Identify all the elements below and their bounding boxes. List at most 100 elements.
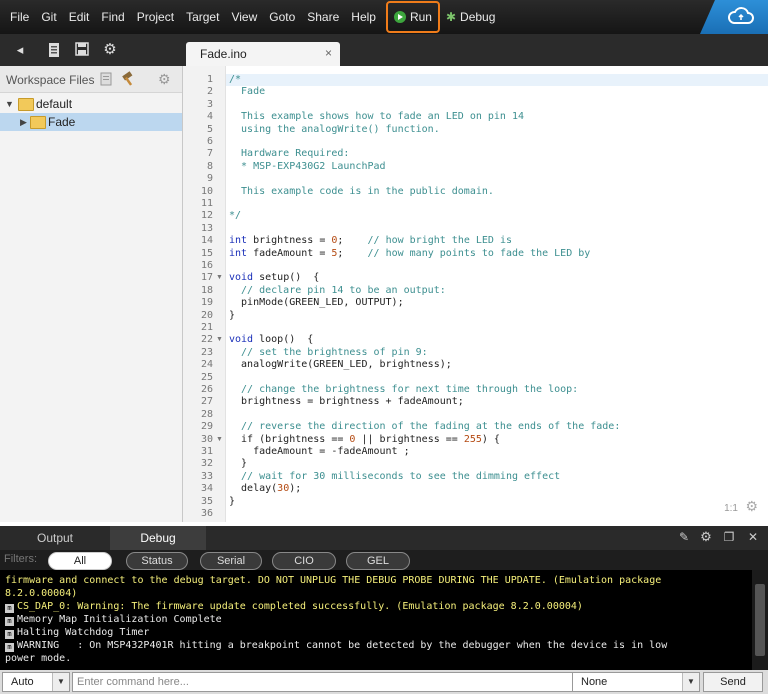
line-number: 3 <box>206 98 213 110</box>
line-number: 2 <box>206 86 213 98</box>
menu-items: File Git Edit Find Project Target View Goto Shar… <box>0 0 768 34</box>
workspace-title: Workspace Files <box>6 73 95 87</box>
code-token: ); <box>289 483 302 495</box>
line-number: 22 <box>200 334 213 346</box>
code-line: // wait for 30 milliseconds to see the d… <box>229 470 561 482</box>
scrollbar-thumb[interactable] <box>755 584 765 656</box>
filter-all[interactable]: All <box>48 552 112 570</box>
editor-settings-gear-icon[interactable]: ⚙ <box>745 498 758 515</box>
tree-item-label: default <box>36 97 73 111</box>
chevron-down-icon[interactable]: ▼ <box>52 673 69 691</box>
code-token: // how many points to fade the LED by <box>367 247 591 259</box>
code-line: analogWrite(GREEN_LED, brightness); <box>229 359 452 371</box>
console-line: m CS_DAP_0: Warning: The firmware update … <box>5 600 583 613</box>
clear-broom-icon[interactable]: ✎ <box>677 530 691 544</box>
line-number: 14 <box>200 235 213 247</box>
chevron-down-icon[interactable]: ▼ <box>682 673 699 691</box>
line-number: 26 <box>200 384 213 395</box>
build-hammer-icon[interactable] <box>120 71 136 87</box>
target-select[interactable]: None ▼ <box>572 672 700 692</box>
settings-gear-icon[interactable]: ⚙ <box>102 42 118 58</box>
save-icon[interactable] <box>74 42 90 58</box>
console-scrollbar[interactable] <box>752 570 768 670</box>
line-gutter: 1 2 3 4 5 6 7 8 9 10 11 12 13 14 15 16 17 ▼ 18 19 20 21 22 ▼ 23 2… <box>183 66 226 522</box>
line-number: 8 <box>206 160 213 172</box>
fold-toggle-icon[interactable]: ▼ <box>216 336 223 343</box>
tab-title: Fade.ino <box>200 47 247 61</box>
console-line: power mode. <box>5 652 71 665</box>
code-token: int <box>229 247 248 259</box>
filter-bar: Filters: All Status Serial CIO GEL <box>0 550 768 570</box>
expand-down-icon[interactable]: ▼ <box>5 95 14 113</box>
menu-view[interactable]: View <box>225 0 263 34</box>
expand-right-icon[interactable]: ▶ <box>20 113 27 131</box>
filter-gel[interactable]: GEL <box>346 552 410 570</box>
code-line: } <box>229 309 236 321</box>
send-button[interactable]: Send <box>703 672 763 692</box>
fold-toggle-icon[interactable]: ▼ <box>216 436 223 443</box>
console-text: Memory Map Initialization Complete <box>17 614 222 625</box>
play-icon <box>393 11 406 23</box>
menu-project[interactable]: Project <box>131 0 180 34</box>
current-line-highlight <box>226 74 768 86</box>
tree-item-label: Fade <box>48 115 76 129</box>
code-token: || brightness == <box>355 433 464 445</box>
console-settings-gear-icon[interactable]: ⚙ <box>699 530 713 544</box>
code-line: */ <box>229 210 242 222</box>
code-line: Hardware Required: <box>229 148 350 160</box>
workspace-settings-gear-icon[interactable]: ⚙ <box>158 71 174 87</box>
cloud-icon[interactable] <box>728 7 754 25</box>
line-number: 35 <box>200 495 213 507</box>
menu-file[interactable]: File <box>4 0 35 34</box>
filter-status[interactable]: Status <box>126 552 188 570</box>
code-line: int brightness = 0; // how bright the LE… <box>229 235 512 247</box>
menu-git[interactable]: Git <box>35 0 62 34</box>
line-number: 24 <box>200 359 213 371</box>
code-token: ) { <box>481 433 500 445</box>
filter-serial[interactable]: Serial <box>200 552 262 570</box>
close-icon[interactable]: × <box>325 46 332 60</box>
new-file-icon[interactable] <box>46 42 62 58</box>
line-number: 11 <box>200 198 213 209</box>
code-line: This example shows how to fade an LED on… <box>229 111 525 123</box>
menu-edit[interactable]: Edit <box>63 0 96 34</box>
maximize-icon[interactable]: ❐ <box>722 530 736 544</box>
code-line: pinMode(GREEN_LED, OUTPUT); <box>229 297 404 309</box>
line-number: 34 <box>200 483 213 495</box>
collapse-arrow-icon[interactable]: ◂ <box>12 42 28 58</box>
console-line: m Halting Watchdog Timer <box>5 626 149 639</box>
tree-item-default[interactable]: ▼ default <box>0 95 182 113</box>
menu-goto[interactable]: Goto <box>263 0 301 34</box>
console-text: 8.2.0.00004) <box>5 588 78 599</box>
tab-output[interactable]: Output <box>0 526 110 550</box>
debug-console[interactable]: firmware and connect to the debug target… <box>0 570 752 670</box>
mode-value: Auto <box>11 676 34 688</box>
command-input[interactable] <box>72 672 576 692</box>
mode-select[interactable]: Auto ▼ <box>2 672 70 692</box>
line-number: 19 <box>200 297 213 309</box>
fold-toggle-icon[interactable]: ▼ <box>216 274 223 281</box>
menu-find[interactable]: Find <box>95 0 130 34</box>
menu-help[interactable]: Help <box>345 0 382 34</box>
code-token: ; <box>337 235 368 247</box>
code-editor[interactable]: 1 2 3 4 5 6 7 8 9 10 11 12 13 14 15 16 17 ▼ 18 19 20 21 22 ▼ 23 2… <box>183 66 768 522</box>
tab-debug[interactable]: Debug <box>110 526 206 550</box>
line-number: 7 <box>206 148 213 160</box>
tab-fade-ino[interactable]: Fade.ino × <box>186 42 340 66</box>
code-line: * MSP-EXP430G2 LaunchPad <box>229 160 386 172</box>
debug-button[interactable]: ✱ Debug <box>446 0 495 34</box>
run-button[interactable]: Run <box>385 1 440 33</box>
code-token: loop() { <box>259 334 314 346</box>
workspace-header: Workspace Files ⚙ <box>0 66 182 93</box>
menu-target[interactable]: Target <box>180 0 225 34</box>
code-line: /* <box>229 74 242 85</box>
console-text: power mode. <box>5 653 72 664</box>
tree-item-fade[interactable]: ▶ Fade <box>0 113 182 131</box>
close-panel-icon[interactable]: ✕ <box>746 530 760 544</box>
new-project-icon[interactable] <box>98 71 114 87</box>
console-line: firmware and connect to the debug target… <box>5 574 661 587</box>
menu-share[interactable]: Share <box>301 0 345 34</box>
run-label: Run <box>409 10 432 24</box>
filter-cio[interactable]: CIO <box>272 552 336 570</box>
toolbar: ◂ ⚙ <box>0 34 768 66</box>
